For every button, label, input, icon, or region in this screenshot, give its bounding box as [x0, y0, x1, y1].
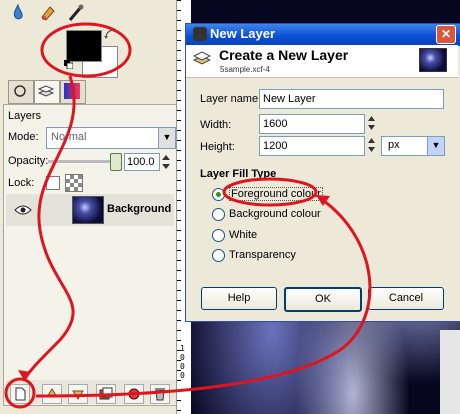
chevron-down-icon: ▼ — [158, 128, 175, 148]
dialog-heading: Create a New Layer — [219, 47, 349, 63]
lock-pixels-checkbox[interactable] — [46, 176, 60, 190]
smudge-icon[interactable] — [38, 3, 58, 23]
tool-options-icon — [14, 85, 26, 97]
anchor-layer-icon — [128, 388, 140, 400]
option-transparency[interactable]: Transparency — [229, 249, 296, 261]
opacity-slider[interactable] — [48, 160, 112, 163]
height-label: Height: — [200, 141, 235, 153]
opacity-label: Opacity: — [8, 155, 49, 167]
duplicate-layer-button[interactable] — [96, 384, 116, 404]
opacity-slider-handle[interactable] — [110, 153, 122, 171]
eye-icon[interactable] — [14, 204, 32, 216]
canvas-scrollbar[interactable] — [440, 330, 460, 414]
layer-name[interactable]: Background — [107, 203, 171, 215]
mode-value: Normal — [51, 131, 87, 143]
gimp-app-icon — [193, 27, 207, 41]
default-colors-icon[interactable] — [64, 60, 73, 69]
width-input[interactable]: 1600 — [259, 114, 365, 134]
new-layer-icon — [15, 387, 26, 401]
height-input[interactable]: 1200 — [259, 136, 365, 156]
mode-select[interactable]: Normal ▼ — [46, 127, 176, 149]
lower-layer-button[interactable] — [68, 384, 88, 404]
gradient-icon — [64, 83, 80, 99]
image-thumbnail — [419, 48, 447, 72]
layer-thumbnail — [72, 196, 104, 224]
ok-button[interactable]: OK — [284, 287, 362, 312]
cancel-button[interactable]: Cancel — [368, 287, 444, 310]
dialog-title: New Layer — [210, 26, 276, 41]
tab-layers[interactable] — [34, 80, 60, 104]
raise-layer-button[interactable] — [42, 384, 62, 404]
close-button[interactable]: ✕ — [436, 25, 456, 44]
text-icon[interactable] — [66, 3, 86, 23]
layers-title: Layers — [8, 110, 42, 122]
option-white[interactable]: White — [229, 229, 257, 241]
duplicate-layer-icon — [99, 387, 113, 400]
tab-tool-options[interactable] — [8, 80, 34, 104]
help-button[interactable]: Help — [201, 287, 277, 310]
radio-white[interactable] — [212, 229, 225, 242]
width-label: Width: — [200, 119, 232, 131]
layers-dialog — [3, 104, 180, 406]
close-icon: ✕ — [440, 27, 452, 41]
lower-layer-icon — [72, 390, 84, 400]
tab-gradients[interactable] — [60, 80, 86, 104]
width-spin-icon[interactable] — [367, 113, 376, 133]
option-foreground-colour[interactable]: Foreground colour — [229, 187, 323, 201]
dock-tabs — [6, 80, 90, 104]
layers-icon — [37, 85, 55, 97]
radio-background-colour[interactable] — [212, 208, 225, 221]
radio-transparency[interactable] — [212, 249, 225, 262]
radio-foreground-colour[interactable] — [212, 188, 225, 201]
fill-type-heading: Layer Fill Type — [200, 168, 277, 180]
delete-layer-button[interactable] — [150, 384, 170, 404]
layer-icon — [193, 51, 211, 65]
mode-label: Mode: — [8, 131, 39, 143]
lock-label: Lock: — [8, 177, 35, 189]
opacity-input[interactable]: 100.0 — [124, 153, 160, 171]
delete-layer-icon — [155, 388, 165, 401]
image-name: 5sample.xcf-4 — [220, 65, 270, 74]
opacity-spin-icon[interactable] — [160, 153, 172, 171]
ruler-numbers: 1000 — [180, 344, 185, 380]
unit-value: px — [388, 139, 400, 151]
new-layer-button[interactable] — [10, 384, 30, 404]
option-background-colour[interactable]: Background colour — [229, 208, 321, 220]
layer-name-input[interactable]: New Layer — [259, 89, 444, 109]
layer-name-label: Layer name: — [200, 93, 262, 105]
raise-layer-icon — [46, 388, 58, 398]
swap-colors-icon[interactable] — [104, 28, 118, 40]
chevron-down-icon: ▼ — [427, 137, 444, 155]
height-spin-icon[interactable] — [367, 135, 376, 155]
foreground-color-swatch[interactable] — [66, 30, 102, 62]
lock-alpha-icon[interactable] — [65, 174, 83, 192]
unit-select[interactable]: px ▼ — [381, 136, 445, 156]
paint-bucket-icon[interactable] — [8, 3, 28, 23]
anchor-layer-button[interactable] — [124, 384, 144, 404]
